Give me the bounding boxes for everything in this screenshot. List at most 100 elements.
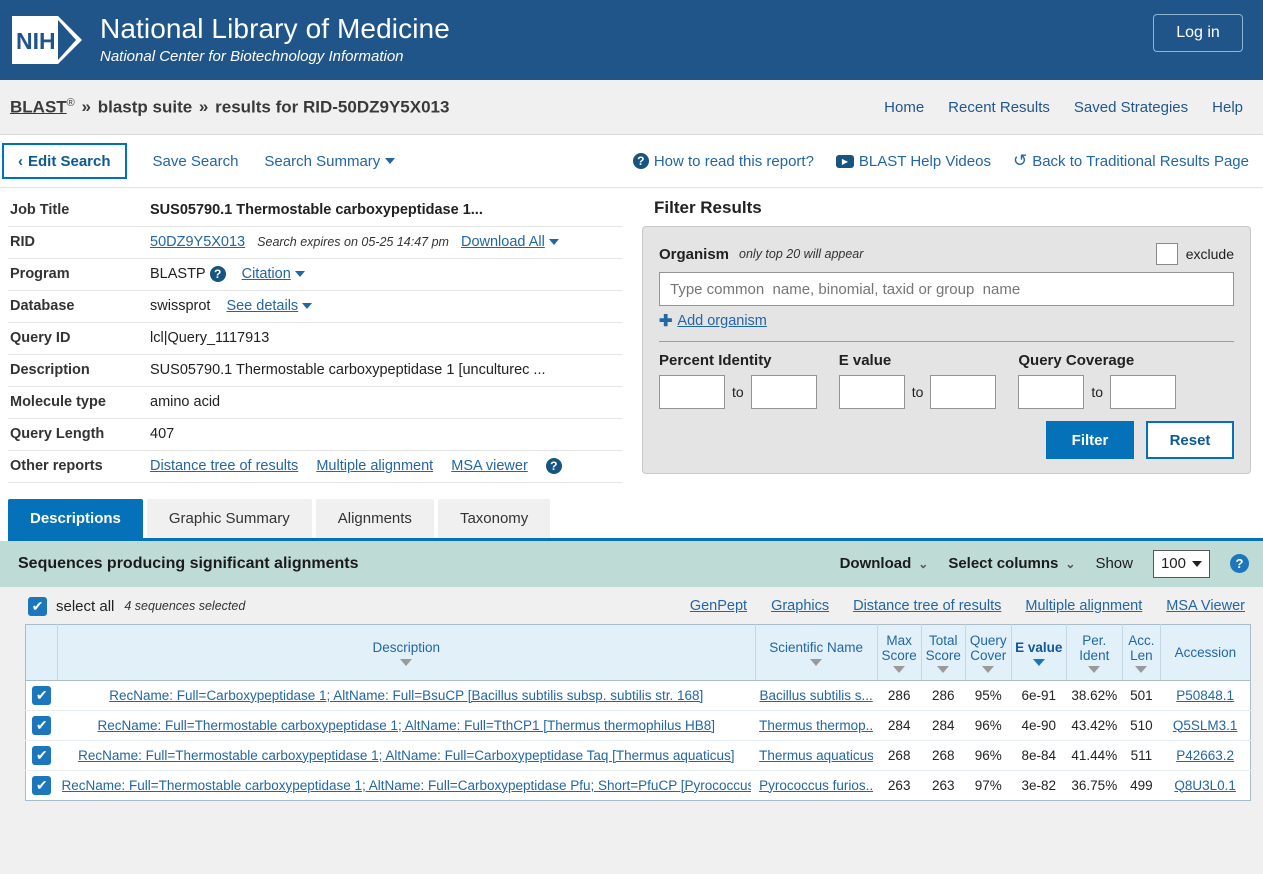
th-per-ident[interactable]: Per. Ident: [1066, 624, 1123, 681]
th-accession[interactable]: Accession: [1160, 624, 1251, 681]
description-key: Description: [8, 354, 148, 387]
th-scientific-name-label: Scientific Name: [769, 640, 864, 656]
job-info-row-other-reports: Other reports Distance tree of results M…: [8, 450, 622, 483]
row-scientific-name-link[interactable]: Thermus aquaticus: [759, 748, 873, 763]
nav-help[interactable]: Help: [1212, 99, 1243, 116]
breadcrumb-results: results for RID-50DZ9Y5X013: [215, 97, 450, 117]
row-scientific-name-link[interactable]: Pyrococcus furios...: [759, 778, 873, 793]
how-to-read-link[interactable]: ? How to read this report?: [632, 153, 814, 170]
edit-search-button[interactable]: ‹ Edit Search: [2, 143, 127, 179]
blast-help-videos-link[interactable]: ▶ BLAST Help Videos: [835, 152, 991, 170]
back-to-traditional-link[interactable]: ↺ Back to Traditional Results Page: [1013, 151, 1249, 171]
nih-logo[interactable]: NIH National Library of Medicine Nationa…: [10, 13, 450, 67]
question-icon[interactable]: ?: [209, 266, 226, 282]
msa-viewer-link[interactable]: MSA viewer: [451, 458, 528, 474]
tab-taxonomy[interactable]: Taxonomy: [437, 498, 551, 538]
row-accession-link[interactable]: P50848.1: [1164, 688, 1246, 703]
add-organism-link[interactable]: Add organism: [677, 313, 766, 329]
th-query-cover-label: Query Cover: [969, 632, 1007, 663]
program-value-wrap: BLASTP ? Citation: [150, 266, 305, 282]
distance-tree-link[interactable]: Distance tree of results: [853, 598, 1001, 614]
filter-button[interactable]: Filter: [1046, 421, 1134, 459]
database-key: Database: [8, 290, 148, 323]
nav-home[interactable]: Home: [884, 99, 924, 116]
question-icon[interactable]: ?: [545, 458, 562, 474]
th-query-cover[interactable]: Query Cover: [965, 624, 1012, 681]
help-videos-label: BLAST Help Videos: [858, 152, 991, 170]
download-menu[interactable]: Download ⌄: [840, 555, 929, 572]
select-all-label: select all: [56, 597, 115, 615]
organism-input[interactable]: [659, 272, 1234, 306]
query-coverage-from-input[interactable]: [1018, 375, 1085, 409]
download-all-link[interactable]: Download All: [461, 234, 559, 250]
graphics-link[interactable]: Graphics: [771, 598, 829, 614]
plus-icon: ✚: [659, 313, 673, 330]
show-count-select[interactable]: 100: [1152, 549, 1210, 578]
multiple-alignment-link[interactable]: Multiple alignment: [1025, 598, 1142, 614]
download-label: Download: [839, 555, 912, 572]
evalue-to-input[interactable]: [930, 375, 997, 409]
database-value-cell: swissprot See details: [148, 290, 622, 323]
th-description[interactable]: Description: [57, 624, 756, 681]
back-chevron-icon: ‹: [18, 152, 23, 170]
citation-link[interactable]: Citation: [242, 266, 305, 282]
query-coverage-to-input[interactable]: [1110, 375, 1177, 409]
breadcrumb-suite: blastp suite: [97, 97, 193, 117]
login-button[interactable]: Log in: [1153, 14, 1243, 52]
tab-descriptions[interactable]: Descriptions: [8, 498, 143, 538]
breadcrumb-blast-link[interactable]: BLAST: [10, 97, 67, 116]
see-details-link[interactable]: See details: [226, 298, 313, 314]
exclude-checkbox[interactable]: [1155, 243, 1178, 265]
rid-link[interactable]: 50DZ9Y5X013: [150, 234, 245, 250]
row-description-link[interactable]: RecName: Full=Carboxypeptidase 1; AltNam…: [62, 688, 752, 703]
select-columns-menu[interactable]: Select columns ⌄: [948, 555, 1075, 572]
row-scientific-name-link[interactable]: Bacillus subtilis s...: [759, 688, 873, 703]
nav-recent-results[interactable]: Recent Results: [948, 99, 1050, 116]
multiple-alignment-link[interactable]: Multiple alignment: [316, 458, 433, 474]
save-search-link[interactable]: Save Search: [153, 153, 239, 170]
genpept-link[interactable]: GenPept: [690, 598, 747, 614]
question-icon[interactable]: ?: [1230, 554, 1249, 573]
select-columns-label: Select columns: [948, 555, 1059, 572]
nav-saved-strategies[interactable]: Saved Strategies: [1074, 99, 1188, 116]
distance-tree-link[interactable]: Distance tree of results: [150, 458, 298, 474]
evalue-to-label: to: [911, 384, 924, 400]
row-description-link[interactable]: RecName: Full=Thermostable carboxypeptid…: [62, 718, 752, 733]
evalue-from-input[interactable]: [838, 375, 905, 409]
row-scientific-name-link[interactable]: Thermus thermop...: [759, 718, 873, 733]
filter-results-title: Filter Results: [654, 198, 762, 217]
reset-button[interactable]: Reset: [1146, 421, 1234, 459]
th-e-value[interactable]: E value: [1011, 624, 1067, 681]
percent-identity-to-input[interactable]: [750, 375, 817, 409]
row-description-link[interactable]: RecName: Full=Thermostable carboxypeptid…: [62, 778, 752, 793]
percent-identity-from-input[interactable]: [659, 375, 725, 409]
select-all-checkbox[interactable]: ✔: [28, 596, 47, 616]
row-acc-len: 510: [1122, 710, 1161, 741]
th-scientific-name[interactable]: Scientific Name: [755, 624, 878, 681]
row-query-cover: 97%: [974, 777, 1002, 793]
msa-viewer-link[interactable]: MSA Viewer: [1166, 598, 1245, 614]
row-scientific-name-cell: Thermus aquaticus: [755, 740, 878, 771]
results-table-body: ✔ RecName: Full=Carboxypeptidase 1; AltN…: [25, 680, 1251, 800]
row-accession-link[interactable]: P42663.2: [1164, 748, 1246, 763]
th-acc-len[interactable]: Acc. Len: [1122, 624, 1161, 681]
add-organism-row: ✚ Add organism: [659, 311, 1234, 331]
query-id-value: lcl|Query_1117913: [148, 322, 622, 355]
row-checkbox[interactable]: ✔: [32, 775, 52, 795]
row-checkbox[interactable]: ✔: [32, 745, 52, 765]
row-checkbox[interactable]: ✔: [32, 715, 52, 735]
chevron-down-icon: [294, 271, 305, 277]
row-accession-link[interactable]: Q5SLM3.1: [1164, 718, 1246, 733]
th-per-ident-label: Per. Ident: [1079, 632, 1110, 663]
row-description-cell: RecName: Full=Thermostable carboxypeptid…: [58, 770, 756, 800]
percent-identity-inputs: to: [659, 375, 817, 409]
tab-alignments[interactable]: Alignments: [315, 498, 434, 538]
row-description-cell: RecName: Full=Carboxypeptidase 1; AltNam…: [57, 680, 756, 711]
row-checkbox[interactable]: ✔: [32, 685, 52, 705]
row-description-link[interactable]: RecName: Full=Thermostable carboxypeptid…: [62, 748, 752, 763]
search-summary-link[interactable]: Search Summary: [264, 153, 396, 170]
row-accession-link[interactable]: Q8U3L0.1: [1164, 778, 1246, 793]
tab-graphic-summary[interactable]: Graphic Summary: [146, 498, 312, 538]
th-total-score[interactable]: Total Score: [921, 624, 966, 681]
th-max-score[interactable]: Max Score: [877, 624, 922, 681]
